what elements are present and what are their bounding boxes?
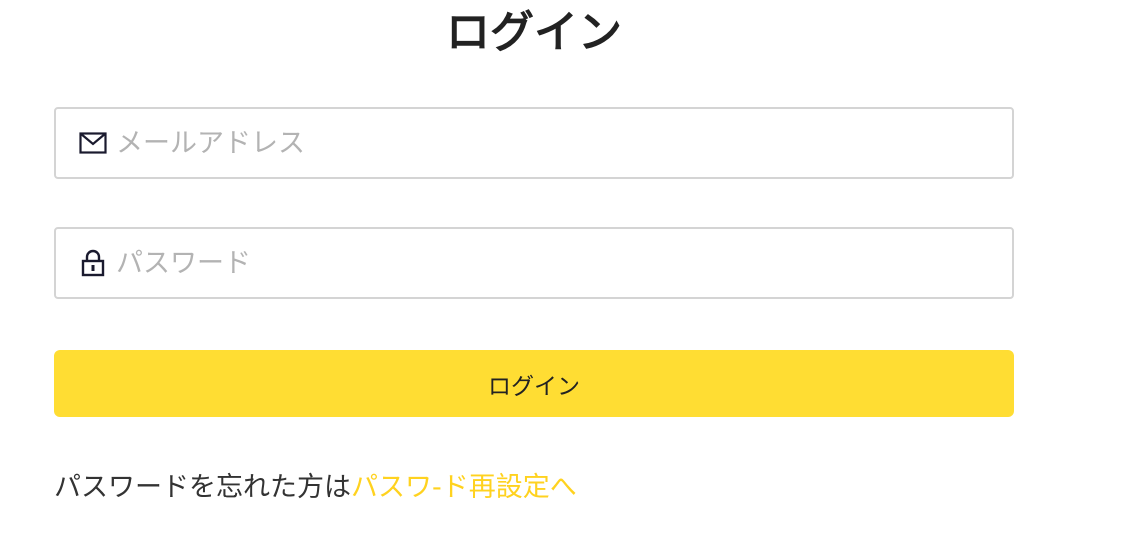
forgot-password-text: パスワードを忘れた方は (54, 472, 351, 503)
login-button[interactable]: ログイン (54, 350, 1014, 417)
email-field[interactable] (54, 107, 1014, 179)
envelope-icon (78, 128, 108, 158)
reset-password-link[interactable]: パスワ-ド再設定へ (351, 472, 577, 503)
email-input[interactable] (116, 109, 1012, 177)
forgot-password-line: パスワードを忘れた方はパスワ-ド再設定へ (54, 468, 577, 508)
password-field[interactable] (54, 227, 1014, 299)
password-input[interactable] (116, 229, 1012, 297)
page-title: ログイン (446, 7, 622, 58)
login-page: ログイン ログイン パスワードを忘れた方はパスワ-ド再設定へ (0, 0, 1144, 534)
lock-icon (78, 248, 108, 278)
